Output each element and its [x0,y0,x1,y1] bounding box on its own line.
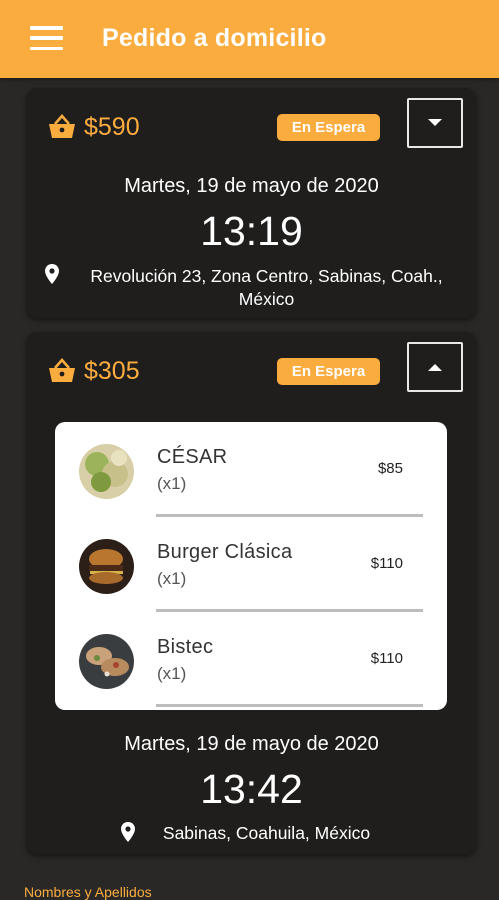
page-title: Pedido a domicilio [102,24,327,52]
item-name: Bistec [157,636,214,658]
item-name: CÉSAR [157,446,228,468]
item-image [79,539,134,594]
order-total: $305 [84,357,140,385]
order-card: $305 En Espera CÉSAR (x1) $85 Burger Clá… [27,332,476,854]
item-quantity: (x1) [157,569,187,588]
order-date: Martes, 19 de mayo de 2020 [124,175,379,197]
list-item[interactable]: Bistec (x1) $110 [55,612,447,707]
address-line: Sabinas, Coahuila, México [162,823,371,843]
app-bar: Pedido a domicilio [0,0,499,78]
chevron-down-icon [428,119,442,126]
order-total: $590 [84,113,140,141]
status-badge: En Espera [277,114,380,141]
item-name: Burger Clásica [157,541,293,563]
item-image [79,634,134,689]
item-quantity: (x1) [157,474,187,493]
list-item[interactable]: Burger Clásica (x1) $110 [55,517,447,612]
address-line: Revolución 23, Zona Centro, Sabinas, Coa… [90,266,443,286]
name-field-label[interactable]: Nombres y Apellidos [24,884,152,900]
order-address: Revolución 23, Zona Centro, Sabinas, Coa… [27,265,476,311]
item-price: $110 [370,555,403,572]
collapse-button[interactable] [407,342,463,392]
basket-icon [49,358,75,382]
order-items-list: CÉSAR (x1) $85 Burger Clásica (x1) $110 [55,422,447,710]
list-item[interactable]: CÉSAR (x1) $85 [55,422,447,517]
order-address: Sabinas, Coahuila, México [27,822,476,845]
item-quantity: (x1) [157,664,187,683]
order-time: 13:19 [200,208,303,254]
order-date: Martes, 19 de mayo de 2020 [124,733,379,755]
item-price: $110 [370,650,403,667]
basket-icon [49,114,75,138]
chevron-up-icon [428,364,442,371]
item-price: $85 [377,460,403,477]
status-badge: En Espera [277,358,380,385]
address-line: México [238,289,295,309]
expand-button[interactable] [407,98,463,148]
divider [156,704,423,707]
order-card: $590 En Espera Martes, 19 de mayo de 202… [27,88,476,318]
item-image [79,444,134,499]
order-time: 13:42 [200,766,303,812]
hamburger-menu-icon[interactable] [30,26,63,50]
